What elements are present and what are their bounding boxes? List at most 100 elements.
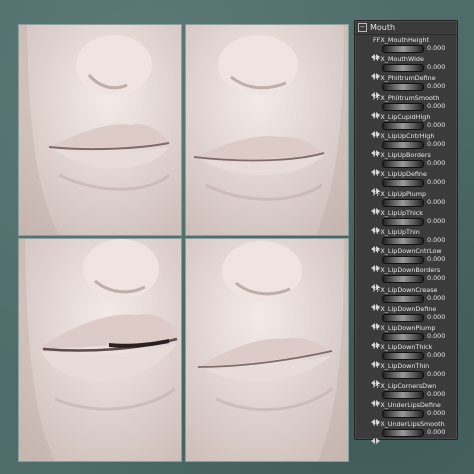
morph-value[interactable]: 0.000 bbox=[427, 102, 445, 110]
morph-row: FFX_LipDownThin 0.000 bbox=[355, 362, 457, 387]
morph-value[interactable]: 0.000 bbox=[427, 274, 445, 282]
morph-slider[interactable] bbox=[382, 121, 424, 130]
morph-value[interactable]: 0.000 bbox=[427, 313, 445, 321]
morph-label: FFX_LipUpCntrHigh bbox=[373, 132, 435, 140]
morph-value[interactable]: 0.000 bbox=[427, 370, 445, 378]
morph-label: FFX_UnderLipsDefine bbox=[373, 400, 441, 409]
morph-slider[interactable] bbox=[382, 256, 424, 265]
dial-icon[interactable] bbox=[371, 333, 380, 348]
dial-icon[interactable] bbox=[371, 83, 380, 99]
morph-row: FFX_LipUpThick 0.000 bbox=[355, 208, 457, 233]
morph-slider[interactable] bbox=[382, 179, 424, 188]
morph-slider[interactable] bbox=[382, 64, 424, 73]
dial-icon[interactable] bbox=[371, 141, 380, 156]
dial-icon[interactable] bbox=[371, 410, 380, 425]
morph-row: FFX_LipDownDefine 0.000 bbox=[355, 304, 457, 329]
morph-value[interactable]: 0.000 bbox=[427, 217, 445, 225]
dial-icon[interactable] bbox=[371, 45, 380, 60]
morph-label: FFX_MouthWide bbox=[373, 55, 424, 64]
morph-label: FFX_LipUpBorders bbox=[373, 151, 431, 160]
morph-slider[interactable] bbox=[382, 160, 424, 169]
panel-title: Mouth bbox=[370, 23, 396, 32]
morph-slider[interactable] bbox=[382, 45, 424, 53]
morph-label: FFX_LipDownBorders bbox=[373, 266, 441, 275]
dial-icon[interactable] bbox=[371, 371, 380, 387]
dial-icon[interactable] bbox=[371, 429, 380, 444]
morph-slider[interactable] bbox=[382, 313, 424, 322]
morph-slider[interactable] bbox=[382, 141, 424, 149]
morph-value[interactable]: 0.000 bbox=[427, 351, 445, 359]
morph-value[interactable]: 0.000 bbox=[427, 121, 445, 129]
morph-label: FFX_LipDownCntrLow bbox=[373, 247, 442, 256]
morph-slider[interactable] bbox=[382, 333, 424, 341]
morph-label: FFX_LipDownCrease bbox=[373, 285, 438, 294]
morph-value[interactable]: 0.000 bbox=[427, 44, 445, 52]
morph-row: FFX_LipUpDefine 0.000 bbox=[355, 170, 457, 195]
morph-value[interactable]: 0.000 bbox=[427, 255, 445, 263]
morph-value[interactable]: 0.000 bbox=[427, 294, 445, 302]
morph-label: FFX_LipCornersDwn bbox=[373, 381, 437, 390]
morph-value[interactable]: 0.000 bbox=[427, 409, 445, 417]
morph-label: FFX_LipCupidHigh bbox=[373, 112, 431, 121]
dial-icon[interactable] bbox=[371, 64, 380, 80]
morph-value[interactable]: 0.000 bbox=[427, 159, 445, 167]
mouth-render-4 bbox=[185, 238, 349, 462]
dial-icon[interactable] bbox=[371, 275, 380, 291]
morph-slider[interactable] bbox=[382, 198, 424, 207]
morph-slider[interactable] bbox=[382, 409, 424, 418]
morph-row: FFX_LipUpBorders 0.000 bbox=[355, 151, 457, 176]
morph-value[interactable]: 0.000 bbox=[427, 178, 445, 186]
dial-icon[interactable] bbox=[371, 237, 380, 252]
dial-icon[interactable] bbox=[371, 314, 380, 329]
morph-row: FFX_MouthWide 0.000 bbox=[355, 55, 457, 80]
morph-row: FFX_LipCornersDwn 0.000 bbox=[355, 381, 457, 406]
morph-value[interactable]: 0.000 bbox=[427, 390, 445, 398]
dial-icon[interactable] bbox=[371, 199, 380, 214]
mouth-render-3 bbox=[18, 238, 182, 462]
morph-label: FFX_PhiltrumDefine bbox=[373, 74, 436, 83]
dial-icon[interactable] bbox=[371, 103, 380, 118]
morph-label: FFX_PhiltrumSmooth bbox=[373, 93, 440, 102]
dial-icon[interactable] bbox=[371, 122, 380, 137]
morph-value[interactable]: 0.000 bbox=[427, 332, 445, 340]
morph-value[interactable]: 0.000 bbox=[427, 140, 445, 148]
morph-label: FFX_LipUpPlump bbox=[373, 189, 427, 198]
morph-row: FFX_PhiltrumDefine 0.000 bbox=[355, 74, 457, 99]
morph-value[interactable]: 0.000 bbox=[427, 82, 445, 90]
collapse-icon[interactable]: − bbox=[358, 23, 367, 32]
morph-slider[interactable] bbox=[382, 294, 424, 303]
dial-icon[interactable] bbox=[371, 218, 380, 233]
morph-slider[interactable] bbox=[382, 237, 424, 245]
morph-slider[interactable] bbox=[382, 371, 424, 380]
mouth-render-2 bbox=[185, 24, 349, 236]
morph-slider[interactable] bbox=[382, 429, 424, 437]
morph-slider[interactable] bbox=[382, 217, 424, 226]
morph-value[interactable]: 0.000 bbox=[427, 428, 445, 436]
morph-value[interactable]: 0.000 bbox=[427, 198, 445, 206]
morph-label: FFX_LipDownThick bbox=[373, 343, 433, 352]
morph-label: FFX_LipDownDefine bbox=[373, 304, 437, 313]
morph-label: FFX_LipUpThick bbox=[373, 208, 423, 217]
mouth-morph-panel: − Mouth FFX_MouthHeight 0.000 FFX_MouthWid… bbox=[354, 20, 458, 444]
morph-value[interactable]: 0.000 bbox=[427, 236, 445, 244]
dial-icon[interactable] bbox=[371, 160, 380, 176]
morph-slider[interactable] bbox=[382, 275, 424, 284]
morph-slider[interactable] bbox=[382, 102, 424, 111]
morph-row: FFX_LipDownBorders 0.000 bbox=[355, 266, 457, 291]
morph-row: FFX_MouthHeight 0.000 bbox=[355, 36, 457, 60]
morph-row: FFX_LipCupidHigh 0.000 bbox=[355, 112, 457, 137]
morph-row: FFX_LipDownCntrLow 0.000 bbox=[355, 247, 457, 272]
morph-label: FFX_LipDownPlump bbox=[373, 324, 436, 332]
panel-header: − Mouth bbox=[355, 21, 457, 35]
morph-slider[interactable] bbox=[382, 390, 424, 399]
dial-icon[interactable] bbox=[371, 352, 380, 368]
dial-icon[interactable] bbox=[371, 179, 380, 195]
dial-icon[interactable] bbox=[371, 256, 380, 272]
morph-slider[interactable] bbox=[382, 83, 424, 92]
morph-slider[interactable] bbox=[382, 352, 424, 361]
morph-value[interactable]: 0.000 bbox=[427, 63, 445, 71]
dial-icon[interactable] bbox=[371, 295, 380, 310]
morph-row: FFX_LipUpCntrHigh 0.000 bbox=[355, 132, 457, 156]
mouth-render-1 bbox=[18, 24, 182, 236]
dial-icon[interactable] bbox=[371, 391, 380, 406]
